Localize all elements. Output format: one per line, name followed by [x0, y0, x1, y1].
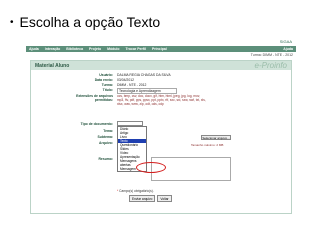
tipo-label: Tipo de documento:: [80, 122, 113, 126]
menu-interacao[interactable]: Interação: [42, 47, 64, 51]
send-file-button[interactable]: Enviar arquivo: [129, 195, 156, 202]
menu-principal[interactable]: Principal: [149, 47, 170, 51]
slide-title-text: Escolha a opção Texto: [19, 14, 161, 30]
brand-logo: SIGAA: [279, 39, 292, 44]
usuario-label: Usuário:: [99, 73, 113, 77]
red-highlight-circle: [136, 162, 166, 173]
titulo-label: Título:: [102, 88, 113, 92]
material-panel: Material Aluno e-Proinfo Usuário: DALMA …: [30, 60, 292, 214]
extensoes-value: ocs, bmp, csv, doc, docx, gif, htm, html…: [117, 94, 206, 106]
turma-line: Turma: DIMM - NTE - 2012: [250, 53, 293, 57]
menu-bar: Ajuda Interação Biblioteca Projeto Módul…: [26, 46, 296, 52]
required-note: * Campo(s) obrigatório(s).: [117, 189, 154, 193]
menu-biblioteca[interactable]: Biblioteca: [63, 47, 86, 51]
required-text: Campo(s) obrigatório(s).: [119, 189, 154, 193]
bullet-icon: •: [10, 16, 14, 28]
select-file-button[interactable]: Selecionar arquivo...: [201, 135, 231, 140]
tema-label: Tema:: [103, 129, 113, 133]
menu-projeto[interactable]: Projeto: [86, 47, 104, 51]
subtema-label: Subtema:: [97, 135, 113, 139]
usuario-value: DALMA REGIA CHAGAS DA SILVA: [117, 73, 171, 77]
screenshot-embedded: SIGAA Ajuda Interação Biblioteca Projeto…: [26, 38, 296, 218]
data-label: Data envio:: [94, 78, 113, 82]
arquivo-label: Arquivo:: [99, 141, 113, 145]
panel-title: Material Aluno: [35, 62, 70, 69]
menu-ajuda[interactable]: Ajuda: [26, 47, 42, 51]
back-button[interactable]: Voltar: [157, 195, 172, 202]
extensoes-label: Extensões de arquivos permitidas:: [76, 94, 113, 102]
turma-label: Turma:: [101, 83, 113, 87]
form-buttons: Enviar arquivo Voltar: [129, 195, 172, 202]
panel-header: Material Aluno e-Proinfo: [31, 61, 291, 70]
data-value: 03/04/2012: [117, 78, 134, 82]
menu-trocar-perfil[interactable]: Trocar Perfil: [123, 47, 149, 51]
help-link[interactable]: Ajuda: [280, 47, 296, 51]
turma-value: DIMM - NTE - 2012: [117, 83, 147, 87]
file-hint: Tamanho máximo: 2 MB: [191, 143, 224, 147]
eproinfo-logo: e-Proinfo: [254, 61, 287, 70]
slide-title: • Escolha a opção Texto: [10, 14, 160, 30]
resumo-label: Resumo:: [98, 157, 113, 161]
menu-modulo[interactable]: Módulo: [104, 47, 122, 51]
